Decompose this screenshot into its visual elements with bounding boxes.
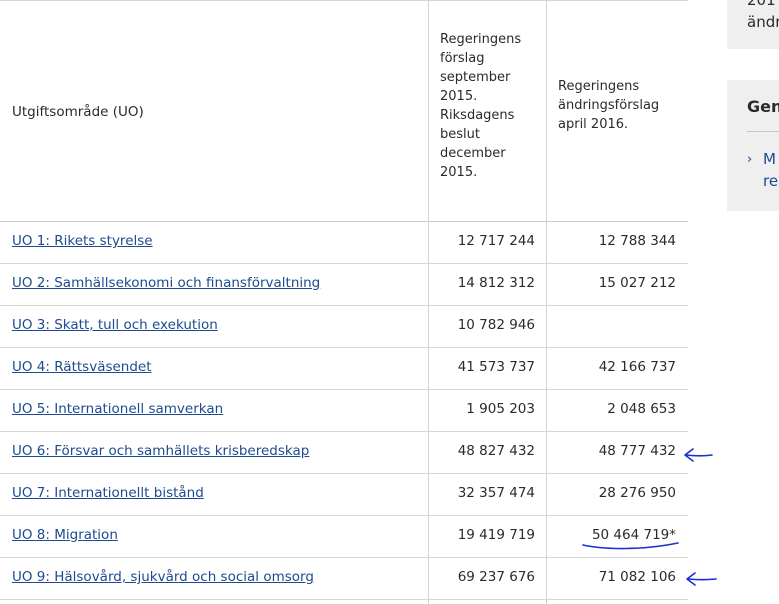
arrow-left-icon [687,578,717,581]
handwritten-annotations [582,448,717,586]
underline-mark [582,542,679,550]
arrow-left-icon [685,454,713,457]
